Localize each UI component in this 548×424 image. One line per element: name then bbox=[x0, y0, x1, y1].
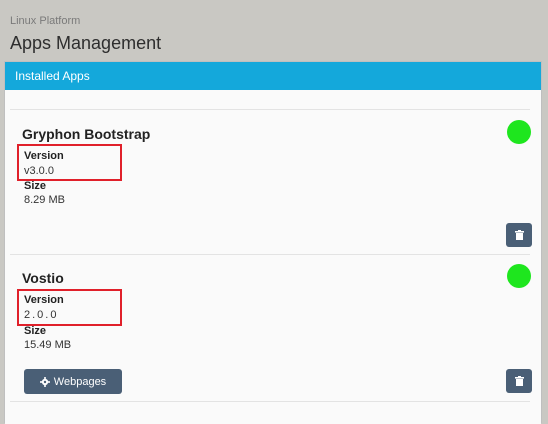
app-name: Vostio bbox=[22, 270, 64, 286]
size-value: 8.29 MB bbox=[24, 194, 65, 206]
size-label: Size bbox=[24, 325, 47, 337]
size-value: 15.49 MB bbox=[24, 339, 72, 351]
divider bbox=[10, 109, 530, 110]
size-label: Size bbox=[24, 180, 47, 192]
status-indicator bbox=[507, 264, 531, 288]
header: Linux Platform Apps Management bbox=[0, 0, 548, 61]
breadcrumb[interactable]: Linux Platform bbox=[10, 15, 80, 27]
version-value: 2.0.0 bbox=[24, 309, 59, 321]
webpages-button-label: Webpages bbox=[53, 375, 107, 388]
version-value: v3.0.0 bbox=[24, 165, 54, 177]
version-label: Version bbox=[24, 150, 64, 162]
panel-heading: Installed Apps bbox=[5, 62, 541, 90]
page-title: Apps Management bbox=[10, 33, 162, 53]
delete-button[interactable] bbox=[506, 223, 532, 247]
gear-icon bbox=[39, 376, 50, 387]
version-label: Version bbox=[24, 294, 64, 306]
status-indicator bbox=[507, 120, 531, 144]
app-name: Gryphon Bootstrap bbox=[22, 126, 151, 142]
trash-icon bbox=[514, 376, 524, 386]
divider bbox=[10, 254, 530, 255]
webpages-button[interactable]: Webpages bbox=[24, 369, 122, 394]
trash-icon bbox=[514, 230, 524, 240]
divider bbox=[10, 401, 530, 402]
delete-button[interactable] bbox=[506, 369, 532, 393]
